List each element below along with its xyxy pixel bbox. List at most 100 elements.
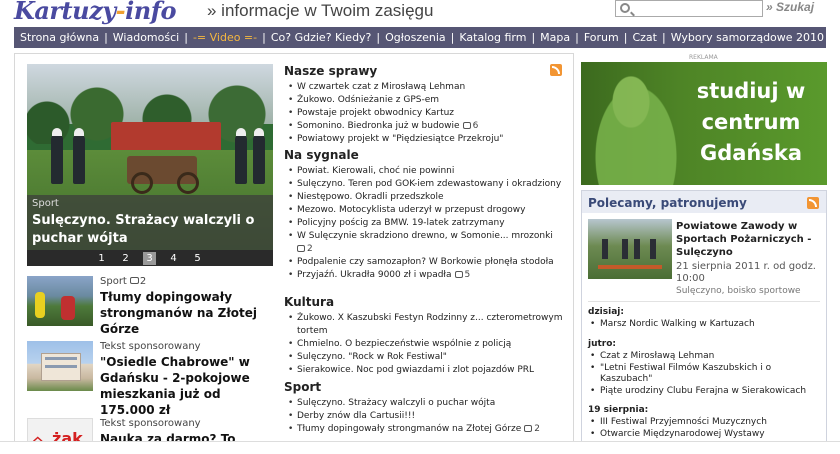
- hero-page-5[interactable]: 5: [191, 252, 204, 265]
- hero-page-2[interactable]: 2: [119, 252, 132, 265]
- section-title-nasze-sprawy[interactable]: Nasze sprawy: [284, 64, 377, 78]
- article-category-label[interactable]: Sport: [100, 276, 127, 287]
- hero-pager: 1 2 3 4 5: [27, 250, 273, 266]
- comment-count: 2: [139, 276, 147, 287]
- list-item[interactable]: Żukowo. Odśnieżanie z GPS-em: [288, 94, 572, 107]
- rss-icon[interactable]: [807, 197, 819, 209]
- logo-main: Kartuzy: [14, 0, 116, 25]
- nav-home[interactable]: Strona główna: [20, 31, 99, 44]
- hero-title[interactable]: Sulęczyno. Strażacy walczyli o puchar wó…: [32, 212, 268, 248]
- hero-page-4[interactable]: 4: [167, 252, 180, 265]
- ad-banner[interactable]: studiuj w centrum Gdańska: [581, 62, 827, 185]
- hero-page-3[interactable]: 3: [143, 251, 156, 265]
- event-item[interactable]: III Festiwal Przyjemności Muzycznych: [590, 417, 822, 429]
- nav-news[interactable]: Wiadomości: [113, 31, 179, 44]
- nav-separator: |: [376, 31, 381, 44]
- ad-text: studiuj w centrum Gdańska: [696, 79, 806, 165]
- comment-icon: [297, 245, 305, 252]
- search-button[interactable]: » Szukaj: [766, 0, 814, 14]
- page-bottom-edge: [0, 441, 840, 454]
- event-item[interactable]: Piąte urodziny Clubu Ferajna w Sierakowi…: [590, 386, 822, 398]
- nav-catalog[interactable]: Katalog firm: [459, 31, 526, 44]
- section-title-na-sygnale[interactable]: Na sygnale: [284, 148, 359, 162]
- list-item-text: Żukowo. Odśnieżanie z GPS-em: [297, 95, 440, 105]
- list-item[interactable]: Niestępowo. Okradli przedszkole: [288, 191, 572, 204]
- today-list: Marsz Nordic Walking w Kartuzach: [590, 319, 822, 331]
- list-item[interactable]: Podpalenie czy samozapłon? W Borkowie pł…: [288, 256, 572, 269]
- list-item-text: Derby znów dla Cartusii!!!: [297, 411, 416, 421]
- polecamy-title[interactable]: Polecamy, patronujemy: [588, 196, 747, 210]
- list-item[interactable]: Mezowo. Motocyklista uderzył w przepust …: [288, 204, 572, 217]
- list-item[interactable]: W Sulęczynie skradziono drewno, w Somoni…: [288, 230, 572, 256]
- list-item-text: Niestępowo. Okradli przedszkole: [297, 192, 444, 202]
- list-item-text: Powstaje projekt obwodnicy Kartuz: [297, 108, 455, 118]
- article-title[interactable]: "Osiedle Chabrowe" w Gdańsku - 2-pokojow…: [100, 354, 275, 418]
- event-thumbnail[interactable]: [588, 219, 672, 279]
- event-item[interactable]: Otwarcie Międzynarodowej Wystawy: [590, 429, 822, 441]
- list-item[interactable]: Somonino. Biedronka już w budowie 6: [288, 120, 572, 133]
- list-item[interactable]: Derby znów dla Cartusii!!!: [288, 410, 572, 423]
- event-item[interactable]: "Letni Festiwal Filmów Kaszubskich i o K…: [590, 363, 822, 386]
- section-title-sport[interactable]: Sport: [284, 380, 321, 394]
- list-item-text: Policyjny pościg za BMW. 19-latek zatrzy…: [297, 218, 505, 228]
- article-thumbnail[interactable]: [27, 341, 93, 391]
- comment-icon: [129, 277, 139, 284]
- nav-forum[interactable]: Forum: [584, 31, 619, 44]
- hero-page-1[interactable]: 1: [95, 252, 108, 265]
- event-item[interactable]: Marsz Nordic Walking w Kartuzach: [590, 319, 822, 331]
- section-title-kultura[interactable]: Kultura: [284, 295, 334, 309]
- nav-events[interactable]: Co? Gdzie? Kiedy?: [271, 31, 372, 44]
- hero-slider[interactable]: Sport Sulęczyno. Strażacy walczyli o puc…: [27, 64, 273, 266]
- day-label-tomorrow: jutro:: [588, 339, 617, 349]
- article-item: Sport 2 Tłumy dopingowały strongmanów na …: [27, 276, 273, 336]
- list-item[interactable]: Sierakowice. Noc pod gwiazdami i zlot po…: [288, 364, 572, 377]
- list-item[interactable]: Sulęczyno. Teren pod GOK-iem zdewastowan…: [288, 178, 572, 191]
- list-item-text: W czwartek czat z Mirosławą Lehman: [297, 82, 466, 92]
- event-date: 21 sierpnia 2011 r. od godz. 10:00: [676, 261, 816, 284]
- list-item[interactable]: Powstaje projekt obwodnicy Kartuz: [288, 107, 572, 120]
- nav-separator: |: [450, 31, 455, 44]
- list-item-text: Tłumy dopingowały strongmanów na Złotej …: [297, 424, 522, 434]
- nav-chat[interactable]: Czat: [632, 31, 657, 44]
- list-item[interactable]: W czwartek czat z Mirosławą Lehman: [288, 81, 572, 94]
- nav-video[interactable]: -= Video =-: [193, 31, 257, 44]
- nav-separator: |: [104, 31, 108, 44]
- nav-classifieds[interactable]: Ogłoszenia: [385, 31, 446, 44]
- article-category: Tekst sponsorowany: [100, 418, 201, 429]
- logo-end: info: [125, 0, 177, 25]
- list-item[interactable]: Powiatowy projekt w "Piędziesiątce Przek…: [288, 133, 572, 146]
- site-header: Kartuzy-info » informacje w Twoim zasięg…: [0, 0, 840, 25]
- ad-label: REKLAMA: [689, 54, 718, 61]
- comment-count: 6: [472, 121, 479, 131]
- hero-caption: Sport Sulęczyno. Strażacy walczyli o puc…: [27, 195, 273, 250]
- list-item-text: Sulęczyno. Strażacy walczyli o puchar wó…: [297, 398, 496, 408]
- comment-icon: [524, 425, 533, 432]
- event-title[interactable]: Powiatowe Zawody w Sportach Pożarniczych…: [676, 220, 822, 259]
- nav-separator: |: [262, 31, 266, 44]
- list-item[interactable]: Tłumy dopingowały strongmanów na Złotej …: [288, 423, 572, 436]
- hero-category[interactable]: Sport: [32, 198, 59, 209]
- article-thumbnail[interactable]: [27, 276, 93, 326]
- site-logo[interactable]: Kartuzy-info: [14, 0, 177, 25]
- divider: [588, 301, 820, 302]
- search-input[interactable]: [634, 2, 760, 15]
- nav-elections[interactable]: Wybory samorządowe 2010: [671, 31, 824, 44]
- list-item[interactable]: Przyjaźń. Ukradła 9000 zł i wpadła 5: [288, 269, 572, 282]
- nav-map[interactable]: Mapa: [540, 31, 570, 44]
- article-item: Tekst sponsorowany "Osiedle Chabrowe" w …: [27, 341, 273, 417]
- comment-icon: [454, 271, 463, 278]
- kultura-list: Żukowo. X Kaszubski Festyn Rodzinny z...…: [288, 312, 572, 377]
- list-item[interactable]: Policyjny pościg za BMW. 19-latek zatrzy…: [288, 217, 572, 230]
- event-item[interactable]: Czat z Mirosławą Lehman: [590, 351, 822, 363]
- nav-separator: |: [661, 31, 666, 44]
- list-item[interactable]: Sulęczyno. Strażacy walczyli o puchar wó…: [288, 397, 572, 410]
- nav-separator: |: [184, 31, 188, 44]
- rss-icon[interactable]: [550, 64, 562, 76]
- list-item[interactable]: Sulęczyno. "Rock w Rok Festiwal": [288, 351, 572, 364]
- list-item[interactable]: Chmielno. O bezpieczeństwie wspólnie z p…: [288, 338, 572, 351]
- article-title[interactable]: Tłumy dopingowały strongmanów na Złotej …: [100, 289, 275, 337]
- sport-list: Sulęczyno. Strażacy walczyli o puchar wó…: [288, 397, 572, 436]
- list-item-text: Mezowo. Motocyklista uderzył w przepust …: [297, 205, 526, 215]
- list-item[interactable]: Powiat. Kierowali, choć nie powinni: [288, 165, 572, 178]
- list-item[interactable]: Żukowo. X Kaszubski Festyn Rodzinny z...…: [288, 312, 572, 338]
